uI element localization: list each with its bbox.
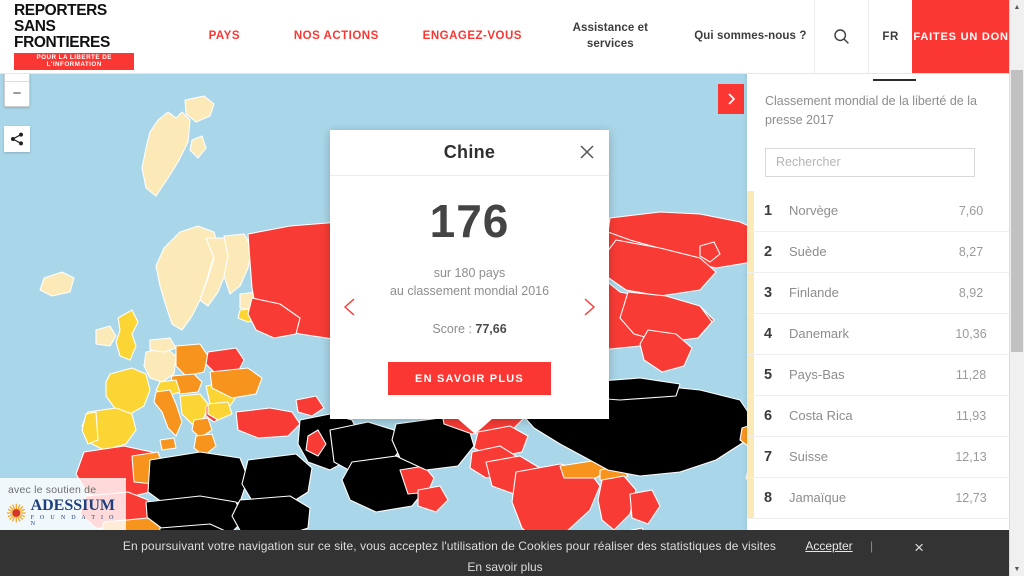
popup-close-button[interactable] [577,142,597,162]
ranking-list: 1 Norvège 7,60 2 Suède 8,27 3 Finlande 8… [747,190,1010,519]
rank-color-stripe [747,395,754,436]
country-popup[interactable]: Chine 176 sur 180 pays au classement mon… [330,130,609,435]
ranking-search-input[interactable] [765,147,975,177]
popup-country-name: Chine [443,142,496,162]
ranking-row[interactable]: 7 Suisse 12,13 [747,436,1010,478]
scrollbar-down-arrow[interactable]: ▼ [1010,562,1024,576]
rank-color-stripe [747,190,754,231]
rank-color-stripe [747,477,754,518]
rank-country: Jamaïque [789,490,847,505]
ranking-panel[interactable]: Classement 2017 Classement mondial de la… [747,0,1010,530]
sponsor-prefix: avec le soutien de [8,484,97,496]
scrollbar-thumb[interactable] [1011,70,1023,352]
popup-score: Score : 77,66 [330,322,609,336]
chevron-right-icon [584,298,596,316]
rank-score: 8,92 [958,285,984,300]
ranking-row[interactable]: 8 Jamaïque 12,73 [747,477,1010,519]
rank-country: Danemark [789,326,849,341]
rank-color-stripe [747,354,754,395]
logo-line-1: REPORTERS [14,2,107,20]
rank-score: 10,36 [955,326,987,341]
rank-score: 7,60 [958,203,984,218]
map-zoom-out-button[interactable]: − [5,82,29,106]
popup-next-button[interactable] [577,296,599,318]
ranking-row[interactable]: 6 Costa Rica 11,93 [747,395,1010,437]
nav-item-nos-actions[interactable]: NOS ACTIONS [272,29,400,45]
rank-country: Finlande [789,285,839,300]
rank-score: 8,27 [958,244,984,259]
popup-score-label: Score : [432,322,472,337]
chevron-right-icon [727,93,735,105]
site-logo[interactable]: REPORTERS SANS FRONTIERES POUR LA LIBERT… [14,0,135,73]
rank-score: 12,73 [955,490,987,505]
main-nav: PAYS NOS ACTIONS ENGAGEZ-VOUS Assistance… [134,0,814,73]
header-donate-button[interactable]: FAITES UN DON [912,0,1010,73]
popup-score-value: 77,66 [475,322,507,337]
adessium-sunburst-icon [6,503,26,522]
cookie-main-line: En poursuivant votre navigation sur ce s… [0,539,1010,553]
popup-rank-value: 176 [429,195,510,247]
ranking-description: Classement mondial de la liberté de la p… [765,94,977,127]
cookie-close-button[interactable]: × [914,538,924,558]
rank-country: Suisse [789,449,829,464]
nav-item-assistance-services[interactable]: Assistance et services [550,21,670,52]
ranking-row[interactable]: 1 Norvège 7,60 [747,190,1010,232]
rank-score: 11,93 [955,408,987,423]
header-language-switcher[interactable]: FR [867,0,912,73]
header-search-button[interactable] [814,0,868,73]
popup-pointer [458,419,492,435]
rank-country: Costa Rica [789,408,853,423]
site-header: REPORTERS SANS FRONTIERES POUR LA LIBERT… [0,0,1010,74]
popup-learn-more-button[interactable]: EN SAVOIR PLUS [388,362,551,396]
rank-color-stripe [747,313,754,354]
popup-header: Chine [330,130,609,176]
map-share-button[interactable] [4,126,30,152]
map-next-button[interactable] [718,84,744,114]
rank-country: Suède [789,244,827,259]
ranking-row[interactable]: 4 Danemark 10,36 [747,313,1010,355]
cookie-text: En poursuivant votre navigation sur ce s… [122,539,776,553]
cookie-learn-more-link[interactable]: En savoir plus [0,560,1010,574]
sponsor-badge: avec le soutien de ADESSIUM F O U N D A … [0,478,126,530]
share-icon [11,132,23,146]
logo-tagline: POUR LA LIBERTE DE L'INFORMATION [14,52,135,70]
logo-line-2: SANS FRONTIERES [14,18,110,51]
search-icon [834,29,850,44]
popup-prev-button[interactable] [340,296,362,318]
nav-item-qui-sommes-nous[interactable]: Qui sommes-nous ? [686,29,814,45]
sponsor-subtitle: F O U N D A T I O N [30,515,116,527]
cookie-separator: | [870,539,874,553]
ranking-row[interactable]: 3 Finlande 8,92 [747,272,1010,314]
browser-viewport: + − avec le soutien de [0,0,1024,576]
rank-country: Norvège [789,203,839,218]
popup-body: 176 sur 180 pays au classement mondial 2… [330,176,609,419]
browser-scrollbar[interactable]: ▲ ▼ [1009,0,1024,576]
popup-rank-subtitle: sur 180 pays au classement mondial 2016 [330,264,609,300]
rank-color-stripe [747,436,754,477]
rank-country: Pays-Bas [789,367,845,382]
popup-subline-1: sur 180 pays [433,266,506,280]
ranking-row[interactable]: 2 Suède 8,27 [747,231,1010,273]
ranking-row[interactable]: 5 Pays-Bas 11,28 [747,354,1010,396]
nav-item-engagez-vous[interactable]: ENGAGEZ-VOUS [416,29,528,45]
cookie-banner: En poursuivant votre navigation sur ce s… [0,530,1010,576]
nav-item-pays[interactable]: PAYS [176,29,272,45]
rank-score: 11,28 [955,367,987,382]
rank-color-stripe [747,272,754,313]
cookie-accept-link[interactable]: Accepter [805,539,852,553]
sponsor-name: ADESSIUM [30,497,116,514]
close-icon [580,145,594,159]
rank-color-stripe [747,231,754,272]
scrollbar-up-arrow[interactable]: ▲ [1010,0,1024,14]
rank-score: 12,13 [955,449,987,464]
popup-subline-2: au classement mondial 2016 [389,284,550,299]
chevron-left-icon [343,298,355,316]
